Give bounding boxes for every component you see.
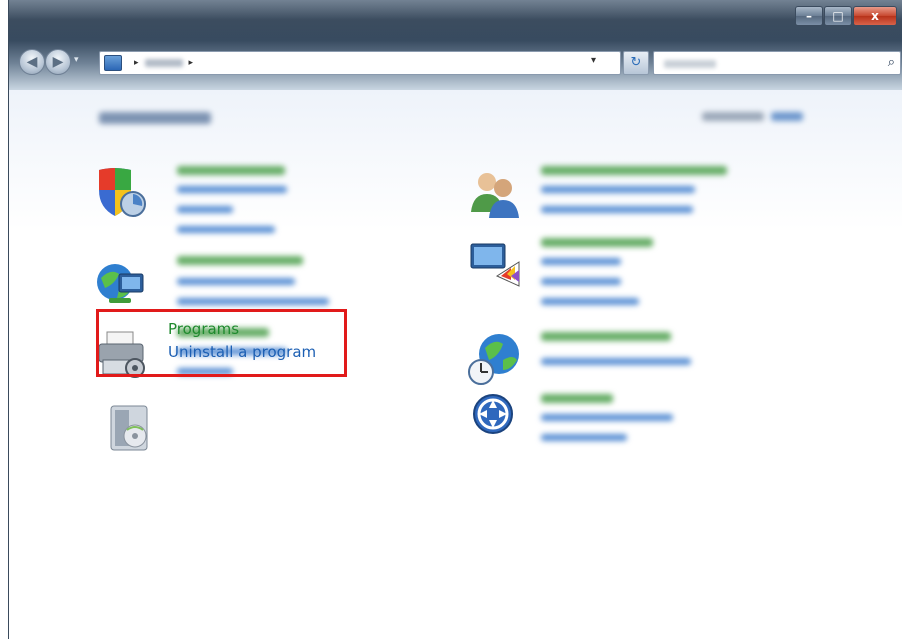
category-link-blurred[interactable] bbox=[177, 278, 295, 285]
category-title-blurred[interactable] bbox=[177, 256, 303, 265]
title-bar-glass bbox=[9, 0, 902, 40]
page-title-blurred bbox=[99, 112, 211, 124]
maximize-button[interactable]: □ bbox=[824, 6, 852, 26]
programs-icon[interactable] bbox=[105, 400, 157, 456]
category-link-blurred[interactable] bbox=[541, 186, 695, 193]
ease-of-access-icon[interactable] bbox=[467, 392, 523, 448]
category-title-blurred[interactable] bbox=[541, 166, 727, 175]
control-panel-window: – □ x ◀ ▶ ▾ ▸ ▸ ▾ ↻ ⌕ Programs Uninstall… bbox=[8, 0, 902, 639]
close-button[interactable]: x bbox=[853, 6, 897, 26]
breadcrumb-chevron-icon[interactable]: ▸ bbox=[134, 58, 139, 68]
category-system-security bbox=[93, 164, 313, 244]
breadcrumb-chevron-icon[interactable]: ▸ bbox=[189, 58, 194, 68]
recent-pages-dropdown-icon[interactable]: ▾ bbox=[74, 55, 79, 65]
control-panel-icon bbox=[104, 55, 122, 71]
search-placeholder-blurred bbox=[664, 60, 716, 68]
window-controls: – □ x bbox=[795, 6, 897, 26]
category-link-blurred[interactable] bbox=[177, 186, 287, 193]
category-link-blurred[interactable] bbox=[177, 206, 233, 213]
security-shield-icon[interactable] bbox=[93, 164, 149, 220]
search-icon[interactable]: ⌕ bbox=[888, 55, 895, 70]
category-title-blurred[interactable] bbox=[541, 332, 671, 341]
address-dropdown-icon[interactable]: ▾ bbox=[591, 55, 596, 66]
category-title-blurred[interactable] bbox=[541, 394, 613, 403]
category-link-blurred[interactable] bbox=[541, 258, 621, 265]
title-bar[interactable]: – □ x ◀ ▶ ▾ ▸ ▸ ▾ ↻ ⌕ bbox=[9, 0, 902, 90]
category-title-blurred[interactable] bbox=[541, 238, 653, 247]
navigation-row: ◀ ▶ ▾ ▸ ▸ ▾ ↻ ⌕ bbox=[19, 49, 901, 77]
category-appearance bbox=[467, 236, 667, 316]
category-link-blurred[interactable] bbox=[541, 434, 627, 441]
user-accounts-icon[interactable] bbox=[467, 164, 523, 220]
category-network-internet bbox=[93, 254, 333, 316]
category-clock-language-region bbox=[467, 330, 707, 392]
category-user-accounts bbox=[467, 164, 727, 244]
network-globe-icon[interactable] bbox=[93, 254, 149, 310]
category-link-blurred[interactable] bbox=[177, 298, 329, 305]
category-link-blurred[interactable] bbox=[541, 358, 691, 365]
breadcrumb-item-blurred[interactable] bbox=[144, 59, 183, 67]
refresh-button[interactable]: ↻ bbox=[623, 51, 649, 75]
category-link-blurred[interactable] bbox=[541, 206, 693, 213]
category-link-blurred[interactable] bbox=[541, 298, 639, 305]
category-ease-of-access bbox=[467, 392, 707, 454]
programs-title-link[interactable]: Programs bbox=[168, 320, 239, 338]
category-link-blurred[interactable] bbox=[177, 226, 275, 233]
back-button[interactable]: ◀ bbox=[19, 49, 45, 75]
category-link-blurred[interactable] bbox=[541, 278, 621, 285]
address-bar[interactable]: ▸ ▸ ▾ bbox=[99, 51, 621, 75]
category-link-blurred[interactable] bbox=[541, 414, 673, 421]
minimize-button[interactable]: – bbox=[795, 6, 823, 26]
category-title-blurred[interactable] bbox=[177, 166, 285, 175]
view-by-label-blurred bbox=[702, 112, 764, 121]
forward-button[interactable]: ▶ bbox=[45, 49, 71, 75]
appearance-monitor-icon[interactable] bbox=[467, 236, 523, 292]
search-input[interactable]: ⌕ bbox=[653, 51, 901, 75]
uninstall-a-program-link[interactable]: Uninstall a program bbox=[168, 343, 316, 361]
view-by-dropdown-blurred[interactable] bbox=[771, 112, 803, 121]
clock-globe-icon[interactable] bbox=[467, 330, 523, 386]
